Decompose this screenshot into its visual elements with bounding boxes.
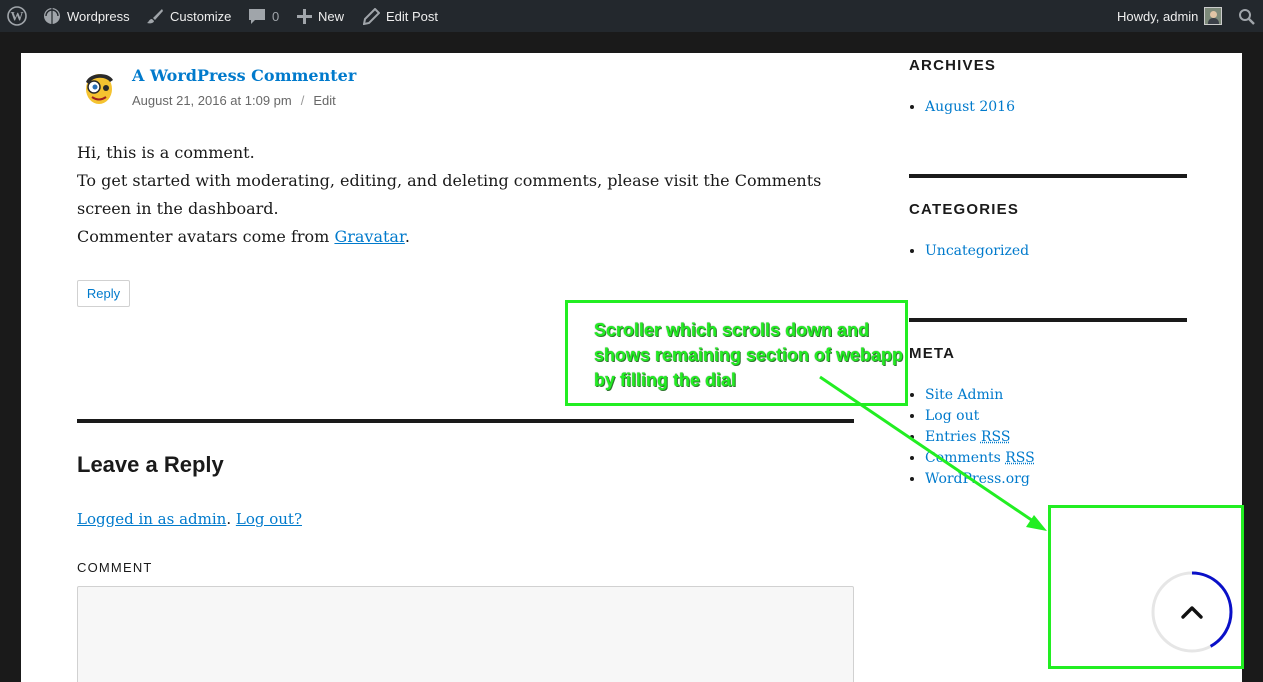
meta-separator: / <box>300 93 305 108</box>
category-link[interactable]: Uncategorized <box>925 243 1029 259</box>
new-label: New <box>318 8 345 24</box>
meta-item: Log out <box>925 406 1035 427</box>
site-admin-link[interactable]: Site Admin <box>925 387 1003 403</box>
category-item: Uncategorized <box>925 241 1029 262</box>
comment-line: Hi, this is a comment. <box>77 143 255 162</box>
chevron-up-icon <box>1181 606 1203 619</box>
comment-text: Commenter avatars come from <box>77 227 335 246</box>
archive-item: August 2016 <box>925 97 1015 118</box>
meta-item: Entries RSS <box>925 427 1035 448</box>
greeting-label: Howdy, admin <box>1117 8 1199 24</box>
annotation-text: Scroller which scrolls down and shows re… <box>594 320 904 390</box>
comment-body: Hi, this is a comment. To get started wi… <box>77 139 847 251</box>
site-name-label: Wordpress <box>67 8 130 24</box>
paintbrush-icon <box>146 7 164 25</box>
rss-abbr: RSS <box>1005 450 1035 466</box>
comments-count: 0 <box>272 8 280 24</box>
my-account-link[interactable]: Howdy, admin <box>1117 0 1223 32</box>
meta-list: Site Admin Log out Entries RSS Comments … <box>925 385 1035 490</box>
customize-label: Customize <box>170 8 232 24</box>
entries-label: Entries <box>925 429 981 445</box>
logout-link[interactable]: Log out? <box>236 510 302 528</box>
new-content-link[interactable]: New <box>297 0 344 32</box>
plus-icon <box>297 8 312 24</box>
comment-author-link[interactable]: A WordPress Commenter <box>132 66 356 85</box>
gravatar-link[interactable]: Gravatar <box>334 227 404 246</box>
comment-line: To get started with moderating, editing,… <box>77 171 822 218</box>
search-icon[interactable] <box>1238 0 1255 32</box>
comments-rss-link[interactable]: Comments RSS <box>925 450 1035 466</box>
comment-date[interactable]: August 21, 2016 at 1:09 pm <box>132 93 292 108</box>
reply-button[interactable]: Reply <box>77 280 130 307</box>
annotation-callout: Scroller which scrolls down and shows re… <box>565 300 908 406</box>
archive-link[interactable]: August 2016 <box>925 99 1015 115</box>
widget-divider <box>909 318 1187 322</box>
user-avatar <box>1204 7 1223 25</box>
comment-bubble-icon <box>248 7 266 25</box>
widget-divider <box>909 174 1187 178</box>
entries-rss-link[interactable]: Entries RSS <box>925 429 1010 445</box>
comment-field-label: COMMENT <box>77 560 153 575</box>
customize-link[interactable]: Customize <box>146 0 231 32</box>
meta-title: META <box>909 345 956 362</box>
rss-abbr: RSS <box>980 429 1011 445</box>
commenter-avatar <box>80 68 118 106</box>
wordpress-org-link[interactable]: WordPress.org <box>925 471 1030 487</box>
categories-title: CATEGORIES <box>909 201 1020 218</box>
pencil-icon <box>363 7 380 25</box>
meta-item: WordPress.org <box>925 469 1035 490</box>
meta-item: Site Admin <box>925 385 1035 406</box>
scroll-to-top-button[interactable] <box>1150 570 1234 654</box>
archives-list: August 2016 <box>925 97 1015 118</box>
scroll-progress-dial <box>1151 571 1233 653</box>
logged-in-link[interactable]: Logged in as admin <box>77 510 226 528</box>
archives-title: ARCHIVES <box>909 57 997 74</box>
comments-label: Comments <box>925 450 1006 466</box>
logged-in-line: Logged in as admin. Log out? <box>77 510 302 528</box>
edit-post-link[interactable]: Edit Post <box>363 0 438 32</box>
comments-link[interactable]: 0 <box>248 0 279 32</box>
comment-edit-link[interactable]: Edit <box>313 93 335 108</box>
comment-meta: August 21, 2016 at 1:09 pm / Edit <box>132 93 336 108</box>
categories-list: Uncategorized <box>925 241 1029 262</box>
log-out-link[interactable]: Log out <box>925 408 979 424</box>
leave-reply-title: Leave a Reply <box>77 452 224 477</box>
section-divider <box>77 419 854 423</box>
comment-textarea[interactable] <box>77 586 854 682</box>
admin-bar: W Wordpress Customize 0 New Edit Post Ho… <box>0 0 1263 32</box>
home-icon <box>43 7 61 25</box>
svg-text:W: W <box>11 9 24 24</box>
comment-text: . <box>404 227 410 246</box>
site-name-link[interactable]: Wordpress <box>43 0 130 32</box>
logged-in-sep: . <box>226 510 236 528</box>
meta-item: Comments RSS <box>925 448 1035 469</box>
comment-line: Commenter avatars come from Gravatar. <box>77 223 847 251</box>
edit-post-label: Edit Post <box>386 8 439 24</box>
wordpress-logo-icon[interactable]: W <box>7 0 27 32</box>
